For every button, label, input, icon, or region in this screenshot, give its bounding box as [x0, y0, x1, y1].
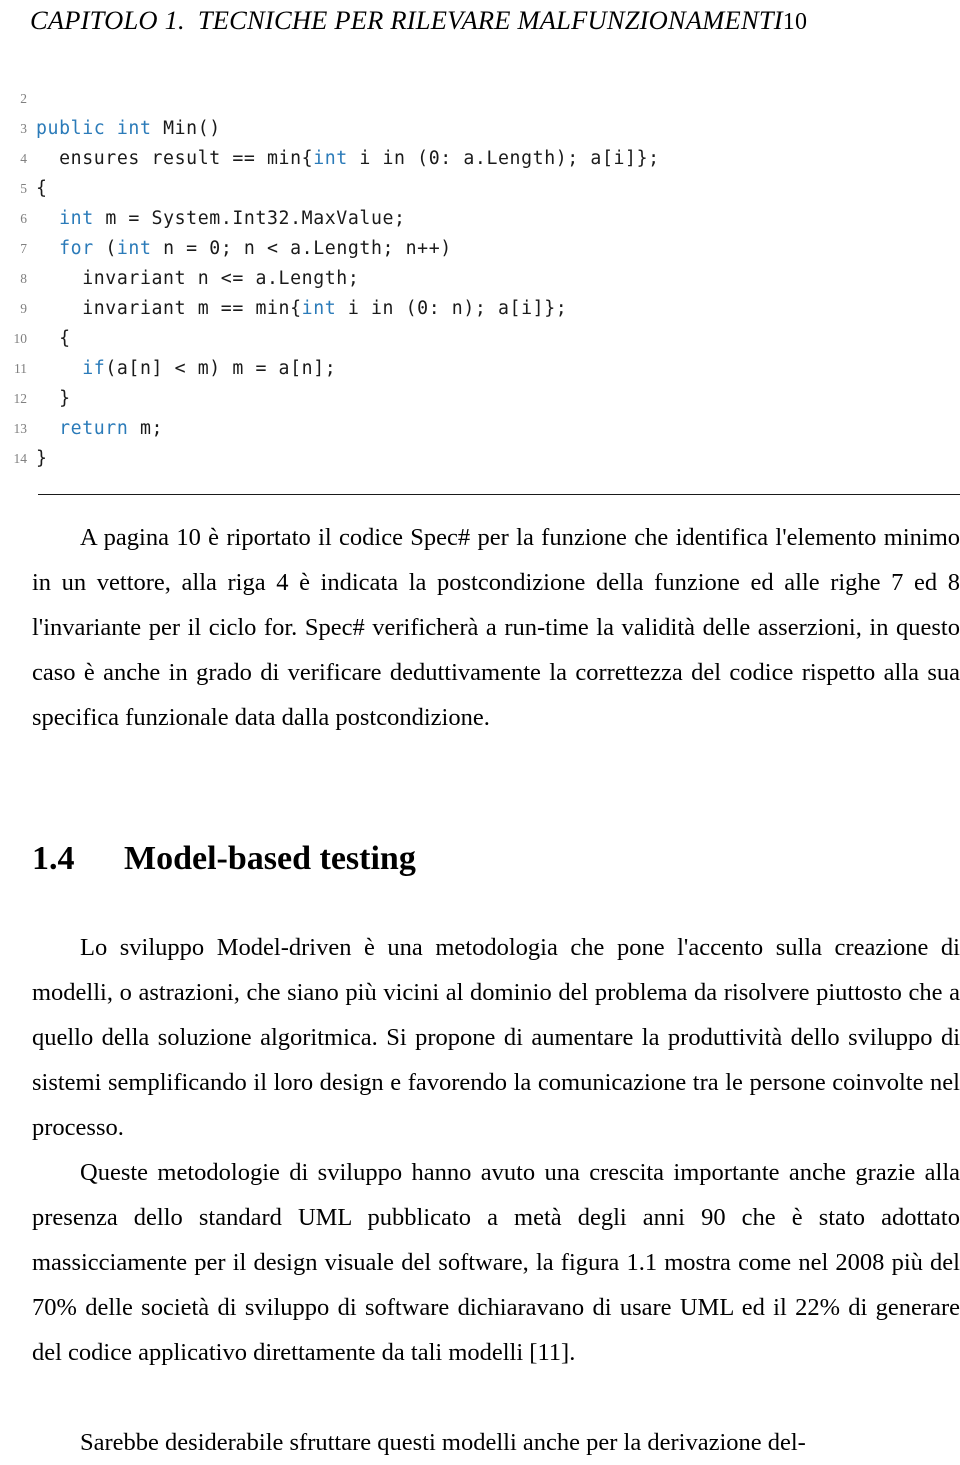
code-line: 5{	[0, 174, 960, 204]
code-line-number: 10	[13, 331, 28, 346]
code-line: 7 for (int n = 0; n < a.Length; n++)	[0, 234, 960, 264]
code-line-number: 13	[13, 421, 28, 436]
code-line-number: 8	[20, 271, 27, 286]
code-line: 11 if(a[n] < m) m = a[n];	[0, 354, 960, 384]
code-line-number: 3	[20, 121, 27, 136]
code-keyword: int	[59, 208, 94, 229]
section-number: 1.4	[32, 840, 75, 877]
code-line: 12 }	[0, 384, 960, 414]
code-keyword: int	[313, 148, 348, 169]
paragraph-text: A pagina 10 è riportato il codice Spec# …	[32, 524, 960, 731]
page-folio: 10	[782, 9, 808, 35]
code-keyword: for	[59, 238, 94, 259]
code-line-number: 2	[20, 91, 27, 106]
code-line: 9 invariant m == min{int i in (0: n); a[…	[0, 294, 960, 324]
paragraph-text: Queste metodologie di sviluppo hanno avu…	[32, 1159, 960, 1366]
code-line-text: return m;	[59, 418, 164, 439]
code-line-number: 12	[13, 391, 28, 406]
code-keyword: int	[116, 238, 152, 259]
paragraph-last-partial: Sarebbe desiderabile sfruttare questi mo…	[32, 1420, 960, 1465]
code-line-number: 7	[20, 241, 27, 256]
document-page: CAPITOLO 1. TECNICHE PER RILEVARE MALFUNZ…	[0, 0, 960, 1458]
code-line: 8 invariant n <= a.Length;	[0, 264, 960, 294]
code-keyword: public	[36, 118, 106, 139]
code-line: 13 return m;	[0, 414, 960, 444]
code-line-text: }	[36, 448, 48, 469]
listing-bottom-rule	[38, 494, 960, 495]
code-line-text: for (int n = 0; n < a.Length; n++)	[59, 238, 452, 259]
code-keyword: return	[59, 418, 129, 439]
code-line-number: 14	[13, 451, 28, 466]
code-line: 4 ensures result == min{int i in (0: a.L…	[0, 144, 960, 174]
code-keyword: if	[82, 358, 106, 379]
code-line-number: 5	[20, 181, 27, 196]
code-line-number: 11	[14, 361, 27, 376]
paragraph-text: Lo sviluppo Model-driven è una metodolog…	[32, 934, 960, 1141]
running-header: CAPITOLO 1. TECNICHE PER RILEVARE MALFUNZ…	[30, 0, 960, 40]
paragraph-uml-growth: Queste metodologie di sviluppo hanno avu…	[32, 1150, 960, 1375]
code-line-text: invariant n <= a.Length;	[36, 268, 360, 289]
code-line-number: 6	[20, 211, 27, 226]
code-line-text: int m = System.Int32.MaxValue;	[59, 208, 406, 229]
running-header-chapter-label: CAPITOLO 1.	[30, 5, 185, 35]
code-keyword: int	[301, 298, 337, 319]
paragraph-model-driven: Lo sviluppo Model-driven è una metodolog…	[32, 925, 960, 1150]
code-line-text: invariant m == min{int i in (0: n); a[i]…	[36, 298, 568, 319]
code-line-number: 9	[20, 301, 27, 316]
section-heading-model-based-testing: 1.4 Model-based testing	[32, 836, 960, 882]
running-header-chapter-title: TECNICHE PER RILEVARE MALFUNZIONAMENTI	[197, 5, 783, 35]
code-keyword: int	[116, 118, 152, 139]
code-line-text: {	[36, 328, 71, 349]
code-line: 2	[0, 84, 960, 114]
code-line-number: 4	[20, 151, 27, 166]
code-line-text: if(a[n] < m) m = a[n];	[82, 358, 337, 379]
code-line: 10 {	[0, 324, 960, 354]
code-line-text: }	[36, 388, 71, 409]
code-line-text: public int Min()	[36, 118, 221, 139]
paragraph-text: Sarebbe desiderabile sfruttare questi mo…	[80, 1429, 806, 1456]
code-line-text: ensures result == min{int i in (0: a.Len…	[36, 148, 660, 169]
code-line: 3 public int Min()	[0, 114, 960, 144]
code-line-text: {	[36, 178, 48, 199]
code-line: 14}	[0, 444, 960, 474]
section-title: Model-based testing	[124, 840, 416, 877]
code-line: 6 int m = System.Int32.MaxValue;	[0, 204, 960, 234]
code-listing: 2 3 public int Min() 4 ensures result == mi…	[0, 84, 960, 474]
paragraph-spec-explanation: A pagina 10 è riportato il codice Spec# …	[32, 515, 960, 740]
